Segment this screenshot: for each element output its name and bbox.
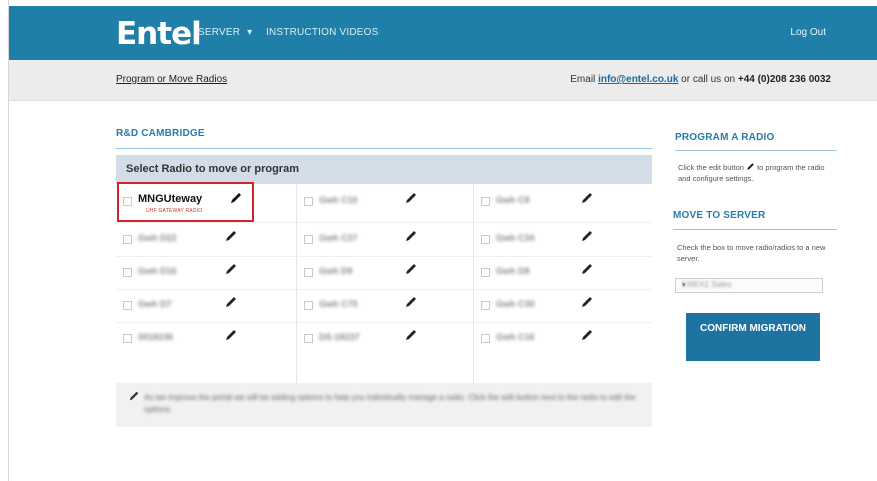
program-radio-title: PROGRAM A RADIO [675, 132, 775, 143]
checkbox-icon[interactable] [304, 301, 313, 310]
chevron-down-icon: ▾ [682, 282, 686, 289]
checkbox-icon[interactable] [481, 334, 490, 343]
pencil-icon [747, 163, 754, 170]
radio-panel-title: Select Radio to move or program [126, 163, 299, 175]
checkbox-icon[interactable] [304, 197, 313, 206]
checkbox-icon[interactable] [304, 334, 313, 343]
pencil-icon[interactable] [580, 229, 594, 243]
pencil-icon[interactable] [580, 328, 594, 342]
nav-server-menu[interactable]: SERVER ▾ [198, 26, 252, 40]
radio-item[interactable]: Gwh C30 [474, 292, 652, 324]
nav-server-label: SERVER [198, 27, 241, 38]
radio-name: Gwh D22 [138, 233, 177, 243]
checkbox-icon[interactable] [123, 301, 132, 310]
radio-name: Gwh C27 [319, 233, 358, 243]
email-link[interactable]: info@entel.co.uk [598, 74, 678, 85]
top-navbar: Entel SERVER ▾ INSTRUCTION VIDEOS Log Ou… [9, 6, 877, 60]
radio-item[interactable]: Gwh C27 [297, 226, 473, 258]
info-note: As we improve the portal we will be addi… [116, 383, 652, 427]
info-note-text: As we improve the portal we will be addi… [144, 393, 636, 414]
radio-name: Gwh C16 [496, 332, 535, 342]
pencil-icon[interactable] [224, 229, 238, 243]
radio-item[interactable]: Gwh D22 [116, 226, 296, 258]
pencil-icon [129, 391, 139, 401]
radio-name: DS-18237 [319, 332, 360, 342]
radio-name: Gwh D7 [138, 299, 172, 309]
pencil-icon[interactable] [224, 328, 238, 342]
radio-name: Gwh D9 [319, 266, 353, 276]
breadcrumb[interactable]: Program or Move Radios [116, 74, 227, 85]
checkbox-icon[interactable] [304, 268, 313, 277]
pencil-icon[interactable] [404, 262, 418, 276]
program-radio-text: Click the edit button to program the rad… [678, 162, 836, 184]
radio-panel-header: Select Radio to move or program [116, 155, 652, 184]
pencil-icon[interactable] [224, 295, 238, 309]
checkbox-icon[interactable] [123, 334, 132, 343]
program-text-start: Click the edit button [678, 163, 744, 172]
contact-info: Email info@entel.co.uk or call us on +44… [570, 74, 831, 85]
radio-item[interactable]: Gwh D7 [116, 292, 296, 324]
radio-name: Gwh C34 [496, 233, 535, 243]
server-select[interactable]: EMEA1 Sales ▾ [675, 278, 823, 293]
section-title: R&D CAMBRIDGE [116, 128, 205, 139]
radio-item[interactable]: Gwh C10 [297, 188, 473, 220]
radio-name: Gwh D8 [496, 266, 530, 276]
pencil-icon[interactable] [404, 328, 418, 342]
section-divider [116, 148, 652, 149]
pencil-icon[interactable] [580, 191, 594, 205]
radio-item[interactable]: Gwh D8 [474, 259, 652, 291]
checkbox-icon[interactable] [481, 268, 490, 277]
radio-item[interactable]: 0018236 [116, 325, 296, 357]
nav-instruction-videos[interactable]: INSTRUCTION VIDEOS [266, 26, 379, 40]
checkbox-icon[interactable] [481, 301, 490, 310]
sidebar-divider [675, 150, 837, 151]
radio-item[interactable]: Gwh C75 [297, 292, 473, 324]
radio-item[interactable]: Gwh C8 [474, 188, 652, 220]
radio-name: Gwh C10 [319, 195, 358, 205]
move-server-title: MOVE TO SERVER [673, 210, 766, 221]
checkbox-icon[interactable] [304, 235, 313, 244]
sidebar-divider [673, 229, 837, 230]
contact-prefix: Email [570, 74, 596, 85]
radio-name: Gwh C75 [319, 299, 358, 309]
radio-item[interactable]: DS-18237 [297, 325, 473, 357]
move-server-text: Check the box to move radio/radios to a … [677, 243, 826, 263]
pencil-icon[interactable] [580, 262, 594, 276]
pencil-icon[interactable] [404, 191, 418, 205]
checkbox-icon[interactable] [481, 235, 490, 244]
selected-radio-highlight [117, 182, 254, 222]
contact-middle: or call us on [681, 74, 736, 85]
radio-name: Gwh C30 [496, 299, 535, 309]
pencil-icon[interactable] [404, 295, 418, 309]
phone-number: +44 (0)208 236 0032 [737, 74, 831, 85]
logout-link[interactable]: Log Out [790, 26, 826, 40]
radio-item[interactable]: Gwh D16 [116, 259, 296, 291]
pencil-icon[interactable] [224, 262, 238, 276]
checkbox-icon[interactable] [123, 235, 132, 244]
page-frame: Entel SERVER ▾ INSTRUCTION VIDEOS Log Ou… [8, 0, 877, 481]
sub-header: Program or Move Radios Email info@entel.… [9, 60, 877, 101]
radio-name: 0018236 [138, 332, 174, 342]
chevron-down-icon: ▾ [247, 27, 253, 38]
pencil-icon[interactable] [404, 229, 418, 243]
row-divider [116, 222, 652, 223]
confirm-migration-button[interactable]: CONFIRM MIGRATION [686, 313, 820, 361]
checkbox-icon[interactable] [123, 268, 132, 277]
pencil-icon[interactable] [580, 295, 594, 309]
radio-item[interactable]: Gwh C34 [474, 226, 652, 258]
entel-logo[interactable]: Entel [116, 16, 202, 52]
checkbox-icon[interactable] [481, 197, 490, 206]
radio-name: Gwh D16 [138, 266, 177, 276]
radio-name: Gwh C8 [496, 195, 530, 205]
radio-item[interactable]: Gwh D9 [297, 259, 473, 291]
radio-item[interactable]: Gwh C16 [474, 325, 652, 357]
